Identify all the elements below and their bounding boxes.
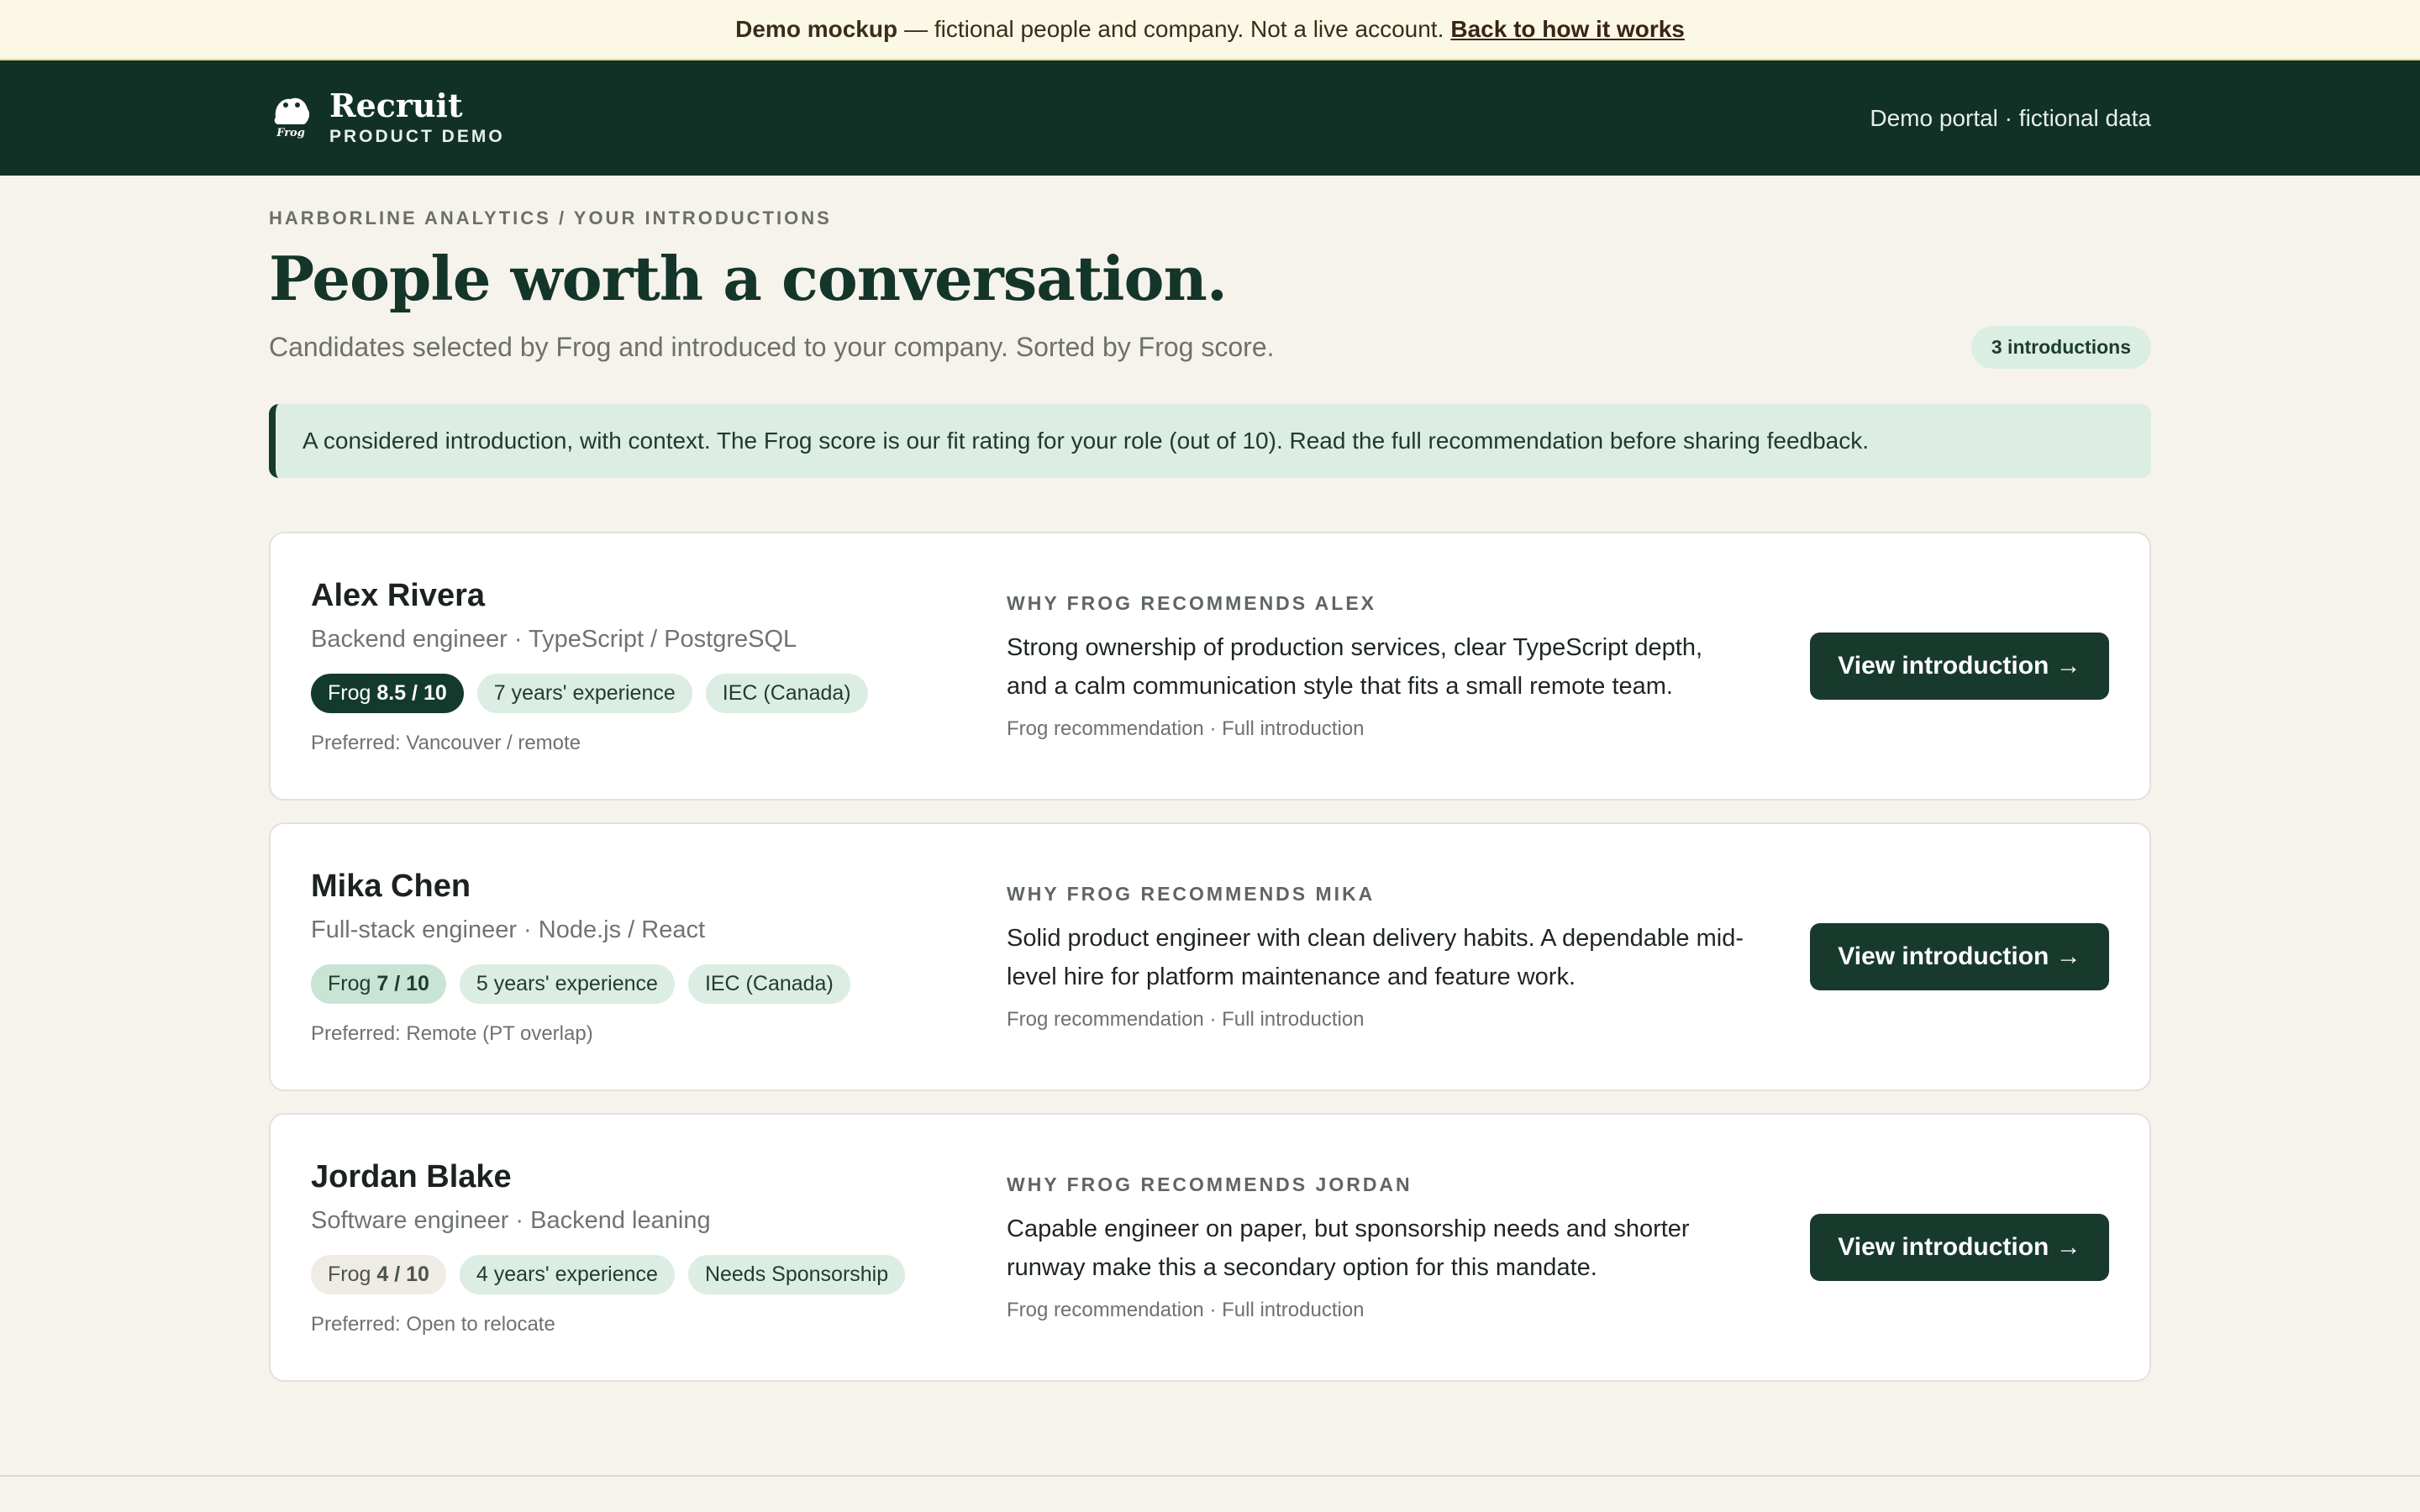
portal-label: Demo portal · fictional data <box>1870 104 2151 131</box>
recommendation-text: Strong ownership of production services,… <box>1007 633 1703 700</box>
top-navigation: Frog Recruit PRODUCT DEMO Demo portal · … <box>0 60 2420 176</box>
page-title: People worth a conversation. <box>269 243 1228 314</box>
candidate-role: Full-stack engineer · Node.js / React <box>311 916 706 943</box>
recommendation-meta: Frog recommendation · Full introduction <box>1007 1298 1365 1321</box>
why-recommends-label: WHY FROG RECOMMENDS MIKA <box>1007 882 1376 905</box>
brand[interactable]: Frog Recruit PRODUCT DEMO <box>269 86 505 148</box>
preferred-location: Preferred: Vancouver / remote <box>311 731 581 754</box>
recommendation-meta: Frog recommendation · Full introduction <box>1007 1007 1365 1031</box>
demo-banner-text: — fictional people and company. Not a li… <box>904 16 1444 42</box>
candidate-card: Mika Chen Full-stack engineer · Node.js … <box>269 822 2151 1091</box>
candidate-name: Mika Chen <box>311 868 471 904</box>
view-introduction-button[interactable]: View introduction → <box>1810 1214 2109 1281</box>
page-subtitle: Candidates selected by Frog and introduc… <box>269 332 1275 362</box>
brand-subtitle: PRODUCT DEMO <box>329 127 505 147</box>
frog-logo-icon: Frog <box>274 98 310 139</box>
why-recommends-label: WHY FROG RECOMMENDS JORDAN <box>1007 1173 1413 1195</box>
candidate-card: Jordan Blake Software engineer · Backend… <box>269 1113 2151 1382</box>
candidate-name: Alex Rivera <box>311 577 486 613</box>
preferred-location: Preferred: Open to relocate <box>311 1312 555 1336</box>
experience-chip: 7 years' experience <box>476 673 692 713</box>
frog-score-badge: Frog 8.5 / 10 <box>311 673 464 713</box>
demo-banner-title: Demo mockup <box>735 16 898 42</box>
footer-divider <box>0 1475 2420 1477</box>
back-to-how-it-works-link[interactable]: Back to how it works <box>1450 16 1685 43</box>
why-recommends-label: WHY FROG RECOMMENDS ALEX <box>1007 591 1377 614</box>
candidate-card: Alex Rivera Backend engineer · TypeScrip… <box>269 532 2151 801</box>
recommendation-text: Solid product engineer with clean delive… <box>1007 924 1744 990</box>
logo-mark-text: Frog <box>276 127 305 139</box>
view-introduction-button[interactable]: View introduction → <box>1810 633 2109 700</box>
introductions-count-badge: 3 introductions <box>1970 326 2151 369</box>
recommendation-text: Capable engineer on paper, but sponsorsh… <box>1007 1215 1690 1281</box>
info-callout: A considered introduction, with context.… <box>269 404 2151 478</box>
view-introduction-button[interactable]: View introduction → <box>1810 923 2109 990</box>
frog-score-badge: Frog 4 / 10 <box>311 1254 446 1294</box>
candidate-role: Backend engineer · TypeScript / PostgreS… <box>311 625 797 653</box>
recommendation-meta: Frog recommendation · Full introduction <box>1007 717 1365 740</box>
experience-chip: 5 years' experience <box>459 963 675 1004</box>
breadcrumb: HARBORLINE ANALYTICS / YOUR INTRODUCTION… <box>269 207 832 228</box>
work-status-chip: IEC (Canada) <box>687 963 850 1004</box>
demo-banner: Demo mockup — fictional people and compa… <box>0 0 2420 60</box>
brand-name: Recruit <box>329 86 463 124</box>
experience-chip: 4 years' experience <box>459 1254 675 1294</box>
candidate-name: Jordan Blake <box>311 1158 512 1194</box>
candidate-list: Alex Rivera Backend engineer · TypeScrip… <box>269 532 2151 1382</box>
frog-score-badge: Frog 7 / 10 <box>311 963 446 1004</box>
candidate-role: Software engineer · Backend leaning <box>311 1206 711 1234</box>
preferred-location: Preferred: Remote (PT overlap) <box>311 1021 593 1045</box>
work-status-chip: IEC (Canada) <box>705 673 868 713</box>
work-status-chip: Needs Sponsorship <box>687 1254 906 1294</box>
main-content: HARBORLINE ANALYTICS / YOUR INTRODUCTION… <box>0 207 2420 1382</box>
